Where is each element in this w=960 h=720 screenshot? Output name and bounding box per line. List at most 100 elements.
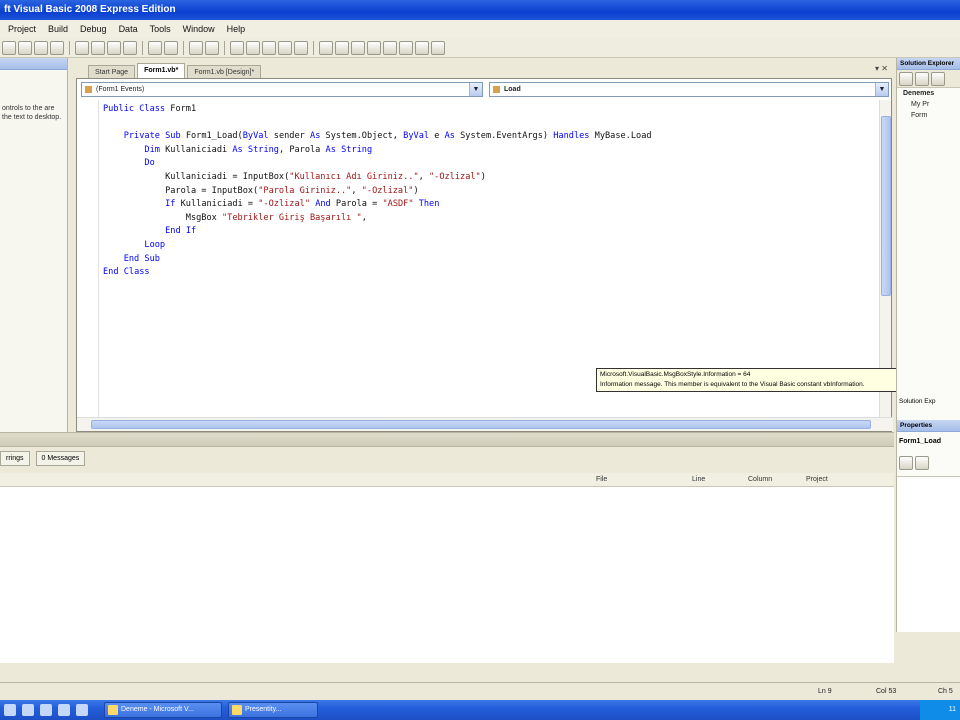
solution-explorer-tab[interactable]: Solution Exp: [899, 398, 936, 405]
close-tab-icon[interactable]: ▾ ✕: [875, 64, 888, 73]
browser-icon[interactable]: [22, 704, 34, 716]
new-project-icon[interactable]: [2, 40, 16, 55]
error-list-header[interactable]: [0, 433, 894, 447]
categorized-icon[interactable]: [899, 456, 913, 470]
cut-icon[interactable]: [75, 40, 89, 55]
chevron-down-icon[interactable]: ▼: [469, 83, 482, 96]
class-name-value: (Form1 Events): [96, 86, 145, 93]
code-line[interactable]: Kullaniciadi = InputBox("Kullanıcı Adı G…: [103, 170, 486, 184]
explorer-icon[interactable]: [58, 704, 70, 716]
menu-data[interactable]: Data: [113, 24, 144, 34]
code-line[interactable]: Do: [103, 156, 154, 170]
code-line[interactable]: End Sub: [103, 252, 160, 266]
toolbar-separator: [313, 40, 314, 55]
code-line[interactable]: Private Sub Form1_Load(ByVal sender As S…: [103, 129, 652, 143]
code-line[interactable]: End If: [103, 224, 196, 238]
properties-grid[interactable]: [897, 476, 960, 632]
windows-taskbar: Deneme - Microsoft V... Presentity... 11: [0, 700, 960, 720]
code-line[interactable]: Dim Kullaniciadi As String, Parola As St…: [103, 143, 372, 157]
show-all-files-icon[interactable]: [915, 72, 929, 86]
method-name-value: Load: [504, 86, 521, 93]
toolbar-separator: [224, 40, 225, 55]
step-over-icon[interactable]: [294, 40, 308, 55]
taskbar-button-label: Deneme - Microsoft V...: [121, 706, 194, 713]
menu-help[interactable]: Help: [221, 24, 252, 34]
undo-icon[interactable]: [148, 40, 162, 55]
scroll-thumb[interactable]: [91, 420, 871, 429]
tab-form1-design[interactable]: Form1.vb [Design]*: [187, 65, 262, 78]
error-list-body[interactable]: [0, 487, 894, 663]
status-line: Ln 9: [818, 688, 832, 695]
tab-start-page[interactable]: Start Page: [88, 65, 136, 78]
status-column: Col 53: [876, 688, 897, 695]
toolbox-icon[interactable]: [431, 40, 445, 55]
tab-form1-code[interactable]: Form1.vb*: [137, 63, 186, 78]
menu-window[interactable]: Window: [177, 24, 221, 34]
taskbar-button-recorder[interactable]: Presentity...: [228, 702, 318, 718]
menu-debug[interactable]: Debug: [74, 24, 113, 34]
tree-item-form1[interactable]: Form: [897, 110, 960, 121]
copy-icon[interactable]: [91, 40, 105, 55]
chevron-down-icon[interactable]: ▼: [875, 83, 888, 96]
redo-icon[interactable]: [164, 40, 178, 55]
error-list-panel: rrings 0 Messages File Line Column Proje…: [0, 432, 894, 663]
code-line[interactable]: Public Class Form1: [103, 102, 196, 116]
toolbox-header[interactable]: [0, 58, 67, 70]
column-line[interactable]: Line: [692, 473, 705, 487]
toolbar-separator: [183, 40, 184, 55]
delete-icon[interactable]: [123, 40, 137, 55]
properties-title[interactable]: Properties: [897, 420, 960, 432]
uncomment-icon[interactable]: [335, 40, 349, 55]
code-line[interactable]: If Kullaniciadi = "-Ozlizal" And Parola …: [103, 197, 439, 211]
properties-icon[interactable]: [415, 40, 429, 55]
media-icon[interactable]: [40, 704, 52, 716]
class-name-dropdown[interactable]: (Form1 Events) ▼: [81, 82, 483, 97]
alphabetical-icon[interactable]: [915, 456, 929, 470]
tree-item-solution[interactable]: Denemes: [897, 88, 960, 99]
code-line[interactable]: MsgBox "Tebrikler Giriş Başarılı ",: [103, 211, 367, 225]
tree-item-my-project[interactable]: My Pr: [897, 99, 960, 110]
status-char: Ch 5: [938, 688, 953, 695]
step-into-icon[interactable]: [278, 40, 292, 55]
taskbar-button-vb[interactable]: Deneme - Microsoft V...: [104, 702, 222, 718]
navigate-forward-icon[interactable]: [205, 40, 219, 55]
stop-icon[interactable]: [262, 40, 276, 55]
code-line[interactable]: Parola = InputBox("Parola Giriniz..", "-…: [103, 184, 419, 198]
horizontal-scrollbar[interactable]: [77, 417, 893, 431]
error-list-filters: rrings 0 Messages: [0, 451, 86, 466]
comment-icon[interactable]: [319, 40, 333, 55]
start-debugging-icon[interactable]: [230, 40, 244, 55]
column-column[interactable]: Column: [748, 473, 772, 487]
menu-tools[interactable]: Tools: [144, 24, 177, 34]
menu-project[interactable]: Project: [2, 24, 42, 34]
properties-icon[interactable]: [899, 72, 913, 86]
bookmark-icon[interactable]: [383, 40, 397, 55]
open-file-icon[interactable]: [18, 40, 32, 55]
error-list-columns: File Line Column Project: [0, 473, 894, 487]
properties-object: Form1_Load: [899, 438, 942, 445]
outdent-icon[interactable]: [367, 40, 381, 55]
code-line[interactable]: End Class: [103, 265, 150, 279]
refresh-icon[interactable]: [931, 72, 945, 86]
save-icon[interactable]: [34, 40, 48, 55]
solution-explorer-icon[interactable]: [399, 40, 413, 55]
warnings-filter-button[interactable]: rrings: [0, 451, 30, 466]
visual-basic-icon: [108, 705, 118, 715]
indent-icon[interactable]: [351, 40, 365, 55]
solution-explorer-title[interactable]: Solution Explorer: [897, 58, 960, 70]
quick-launch-icon[interactable]: [4, 704, 16, 716]
solution-toolbar: [897, 70, 960, 88]
column-project[interactable]: Project: [806, 473, 828, 487]
taskbar-button-label: Presentity...: [245, 706, 282, 713]
app-icon[interactable]: [76, 704, 88, 716]
scroll-thumb[interactable]: [881, 116, 891, 296]
column-file[interactable]: File: [596, 473, 607, 487]
paste-icon[interactable]: [107, 40, 121, 55]
menu-build[interactable]: Build: [42, 24, 74, 34]
save-all-icon[interactable]: [50, 40, 64, 55]
code-line[interactable]: Loop: [103, 238, 165, 252]
pause-icon[interactable]: [246, 40, 260, 55]
method-name-dropdown[interactable]: Load ▼: [489, 82, 889, 97]
navigate-back-icon[interactable]: [189, 40, 203, 55]
messages-filter-button[interactable]: 0 Messages: [35, 451, 86, 466]
